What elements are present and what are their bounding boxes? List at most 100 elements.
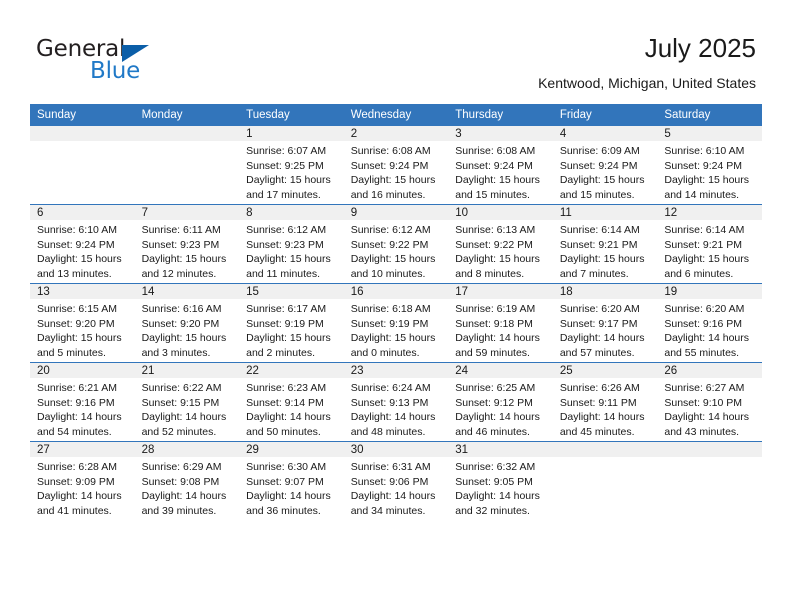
calendar-day-cell[interactable]: 14 Sunrise: 6:16 AM Sunset: 9:20 PM Dayligh… (134, 283, 240, 363)
calendar-day-cell[interactable]: 1 Sunrise: 6:07 AM Sunset: 9:25 PM Daylight… (239, 126, 344, 205)
weekday-header-wednesday: Wednesday (343, 104, 449, 126)
day-number: 27 (30, 442, 135, 457)
sunrise-text: Sunrise: 6:24 AM (350, 382, 431, 394)
sunrise-text: Sunrise: 6:10 AM (664, 145, 745, 157)
sunset-text: Sunset: 9:13 PM (350, 396, 429, 409)
calendar-day-cell[interactable]: 4 Sunrise: 6:09 AM Sunset: 9:24 PM Daylight… (552, 126, 658, 205)
day-number: 16 (343, 284, 449, 299)
daylight-text: Daylight: 15 hours and 0 minutes. (350, 332, 436, 359)
day-details: Sunrise: 6:14 AM Sunset: 9:21 PM Daylight:… (553, 220, 658, 281)
calendar-day-cell[interactable]: 28 Sunrise: 6:29 AM Sunset: 9:08 PM Dayligh… (134, 441, 240, 520)
day-number: 9 (343, 205, 449, 220)
sunset-text: Sunset: 9:20 PM (141, 317, 220, 330)
calendar-day-cell[interactable]: 21 Sunrise: 6:22 AM Sunset: 9:15 PM Dayligh… (134, 362, 240, 442)
calendar-day-cell[interactable]: 29 Sunrise: 6:30 AM Sunset: 9:07 PM Dayligh… (239, 441, 344, 520)
calendar-day-cell[interactable]: 2 Sunrise: 6:08 AM Sunset: 9:24 PM Daylight… (343, 126, 449, 205)
calendar-day-cell[interactable]: 12 Sunrise: 6:14 AM Sunset: 9:21 PM Dayligh… (657, 204, 762, 284)
calendar-day-cell-empty (134, 126, 240, 205)
calendar-day-cell[interactable]: 22 Sunrise: 6:23 AM Sunset: 9:14 PM Dayligh… (239, 362, 344, 442)
day-details: Sunrise: 6:22 AM Sunset: 9:15 PM Daylight:… (135, 378, 240, 439)
calendar-day-cell[interactable]: 11 Sunrise: 6:14 AM Sunset: 9:21 PM Dayligh… (552, 204, 658, 284)
daylight-text: Daylight: 14 hours and 57 minutes. (559, 332, 645, 359)
daylight-text: Daylight: 14 hours and 52 minutes. (141, 411, 227, 438)
calendar-day-cell[interactable]: 30 Sunrise: 6:31 AM Sunset: 9:06 PM Dayligh… (343, 441, 449, 520)
calendar-day-cell[interactable]: 16 Sunrise: 6:18 AM Sunset: 9:19 PM Dayligh… (343, 283, 449, 363)
sunrise-text: Sunrise: 6:12 AM (246, 224, 327, 236)
sunrise-text: Sunrise: 6:14 AM (664, 224, 745, 236)
day-details: Sunrise: 6:25 AM Sunset: 9:12 PM Daylight:… (448, 378, 553, 439)
day-number (552, 442, 658, 457)
calendar-day-cell[interactable]: 23 Sunrise: 6:24 AM Sunset: 9:13 PM Dayligh… (343, 362, 449, 442)
calendar-day-cell[interactable]: 27 Sunrise: 6:28 AM Sunset: 9:09 PM Dayligh… (30, 441, 135, 520)
day-details: Sunrise: 6:21 AM Sunset: 9:16 PM Daylight:… (30, 378, 135, 439)
sunrise-text: Sunrise: 6:10 AM (37, 224, 117, 236)
day-details: Sunrise: 6:32 AM Sunset: 9:05 PM Daylight:… (448, 457, 553, 518)
weekday-header-monday: Monday (134, 104, 240, 126)
day-number: 23 (343, 363, 449, 378)
calendar-header-row: Sunday Monday Tuesday Wednesday Thursday Frid… (30, 104, 762, 126)
daylight-text: Daylight: 15 hours and 3 minutes. (141, 332, 227, 359)
calendar-table: Sunday Monday Tuesday Wednesday Thursday Frid… (30, 104, 762, 520)
calendar-day-cell[interactable]: 17 Sunrise: 6:19 AM Sunset: 9:18 PM Dayligh… (448, 283, 553, 363)
logo-text-blue: Blue (90, 58, 141, 84)
calendar-day-cell[interactable]: 31 Sunrise: 6:32 AM Sunset: 9:05 PM Dayligh… (448, 441, 553, 520)
sunset-text: Sunset: 9:09 PM (37, 475, 115, 488)
sunset-text: Sunset: 9:25 PM (246, 159, 324, 172)
sunrise-text: Sunrise: 6:17 AM (246, 303, 327, 315)
calendar-day-cell[interactable]: 9 Sunrise: 6:12 AM Sunset: 9:22 PM Daylight… (343, 204, 449, 284)
calendar-day-cell[interactable]: 6 Sunrise: 6:10 AM Sunset: 9:24 PM Daylight… (30, 204, 135, 284)
day-number: 4 (552, 126, 658, 141)
sunset-text: Sunset: 9:17 PM (559, 317, 638, 330)
calendar-day-cell-empty (657, 441, 762, 520)
calendar-day-cell[interactable]: 10 Sunrise: 6:13 AM Sunset: 9:22 PM Dayligh… (448, 204, 553, 284)
calendar-day-cell[interactable]: 18 Sunrise: 6:20 AM Sunset: 9:17 PM Dayligh… (552, 283, 658, 363)
calendar-day-cell[interactable]: 3 Sunrise: 6:08 AM Sunset: 9:24 PM Daylight… (448, 126, 553, 205)
daylight-text: Daylight: 14 hours and 54 minutes. (37, 411, 122, 438)
sunrise-text: Sunrise: 6:14 AM (559, 224, 640, 236)
calendar-week-row: 1 Sunrise: 6:07 AM Sunset: 9:25 PM Daylight… (30, 126, 762, 205)
day-details: Sunrise: 6:08 AM Sunset: 9:24 PM Daylight:… (448, 141, 553, 202)
day-number: 25 (552, 363, 658, 378)
sunrise-text: Sunrise: 6:29 AM (141, 461, 222, 473)
day-number: 14 (134, 284, 240, 299)
general-blue-logo[interactable]: General Blue (36, 36, 246, 86)
sunrise-text: Sunrise: 6:30 AM (246, 461, 327, 473)
daylight-text: Daylight: 14 hours and 59 minutes. (455, 332, 540, 359)
calendar-day-cell[interactable]: 24 Sunrise: 6:25 AM Sunset: 9:12 PM Dayligh… (448, 362, 553, 442)
calendar-day-cell[interactable]: 25 Sunrise: 6:26 AM Sunset: 9:11 PM Dayligh… (552, 362, 658, 442)
day-details: Sunrise: 6:18 AM Sunset: 9:19 PM Daylight:… (344, 299, 449, 360)
day-number: 11 (552, 205, 658, 220)
sunset-text: Sunset: 9:12 PM (455, 396, 533, 409)
daylight-text: Daylight: 15 hours and 11 minutes. (246, 253, 331, 280)
calendar-day-cell[interactable]: 26 Sunrise: 6:27 AM Sunset: 9:10 PM Dayligh… (657, 362, 762, 442)
calendar-page: General Blue July 2025 Kentwood, Michiga… (0, 0, 792, 612)
weekday-header-tuesday: Tuesday (239, 104, 344, 126)
day-number: 31 (448, 442, 553, 457)
calendar-day-cell[interactable]: 15 Sunrise: 6:17 AM Sunset: 9:19 PM Dayligh… (239, 283, 344, 363)
day-details: Sunrise: 6:13 AM Sunset: 9:22 PM Daylight:… (448, 220, 553, 281)
day-details: Sunrise: 6:10 AM Sunset: 9:24 PM Daylight:… (657, 141, 762, 202)
daylight-text: Daylight: 15 hours and 7 minutes. (559, 253, 645, 280)
sunset-text: Sunset: 9:16 PM (664, 317, 743, 330)
calendar-week-row: 20 Sunrise: 6:21 AM Sunset: 9:16 PM Dayligh… (30, 362, 762, 442)
daylight-text: Daylight: 15 hours and 6 minutes. (664, 253, 750, 280)
calendar-day-cell[interactable]: 20 Sunrise: 6:21 AM Sunset: 9:16 PM Dayligh… (30, 362, 135, 442)
sunrise-text: Sunrise: 6:20 AM (559, 303, 640, 315)
daylight-text: Daylight: 14 hours and 34 minutes. (350, 490, 436, 517)
calendar-day-cell[interactable]: 5 Sunrise: 6:10 AM Sunset: 9:24 PM Daylight… (657, 126, 762, 205)
sunset-text: Sunset: 9:05 PM (455, 475, 533, 488)
day-number: 1 (239, 126, 344, 141)
calendar-day-cell[interactable]: 7 Sunrise: 6:11 AM Sunset: 9:23 PM Daylight… (134, 204, 240, 284)
sunset-text: Sunset: 9:19 PM (350, 317, 429, 330)
daylight-text: Daylight: 15 hours and 10 minutes. (350, 253, 436, 280)
calendar-day-cell[interactable]: 13 Sunrise: 6:15 AM Sunset: 9:20 PM Dayligh… (30, 283, 135, 363)
sunset-text: Sunset: 9:08 PM (141, 475, 220, 488)
day-number: 20 (30, 363, 135, 378)
calendar-day-cell[interactable]: 8 Sunrise: 6:12 AM Sunset: 9:23 PM Daylight… (239, 204, 344, 284)
sunrise-text: Sunrise: 6:18 AM (350, 303, 431, 315)
calendar-body: 1 Sunrise: 6:07 AM Sunset: 9:25 PM Daylight… (30, 126, 762, 520)
day-number (134, 126, 240, 141)
calendar-week-row: 6 Sunrise: 6:10 AM Sunset: 9:24 PM Daylight… (30, 204, 762, 284)
day-number: 12 (657, 205, 762, 220)
calendar-day-cell[interactable]: 19 Sunrise: 6:20 AM Sunset: 9:16 PM Dayligh… (657, 283, 762, 363)
